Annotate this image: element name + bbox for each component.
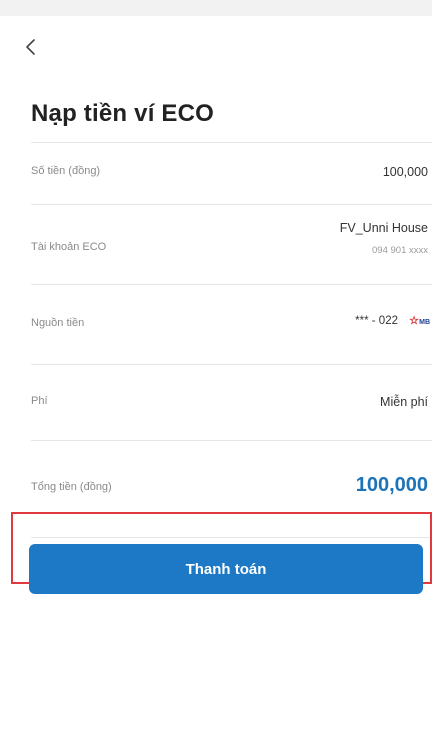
detail-row-fee: Phí Miễn phí: [31, 364, 432, 440]
amount-value: 100,000: [382, 165, 428, 179]
fee-value: Miễn phí: [380, 395, 428, 409]
detail-row-amount: Số tiền (đồng) 100,000: [31, 142, 432, 204]
pay-button[interactable]: Thanh toán: [29, 544, 423, 594]
account-name: FV_Unni House: [339, 221, 428, 235]
chevron-left-icon: [26, 39, 35, 55]
source-account-value: *** - 022: [355, 315, 398, 327]
detail-row-account: Tài khoản ECO FV_Unni House 094 901 xxxx: [31, 204, 432, 284]
star-icon: ☆: [409, 315, 419, 327]
total-value: 100,000: [355, 474, 428, 496]
fee-label: Phí: [31, 395, 48, 407]
bank-name: MB: [419, 319, 430, 326]
mb-bank-logo: ☆ MB: [409, 315, 430, 330]
source-label: Nguồn tiền: [31, 317, 85, 329]
payment-details: Số tiền (đồng) 100,000 Tài khoản ECO FV_…: [31, 142, 432, 538]
account-label: Tài khoản ECO: [31, 241, 107, 253]
amount-label: Số tiền (đồng): [31, 165, 101, 177]
detail-row-source[interactable]: Nguồn tiền *** - 022 ☆ MB: [31, 284, 432, 364]
screen: Nạp tiền ví ECO Số tiền (đồng) 100,000 T…: [0, 16, 432, 742]
page-title: Nạp tiền ví ECO: [31, 100, 215, 127]
total-label: Tổng tiền (đồng): [31, 481, 112, 493]
account-phone: 094 901 xxxx: [372, 245, 428, 256]
back-button[interactable]: [20, 34, 44, 62]
